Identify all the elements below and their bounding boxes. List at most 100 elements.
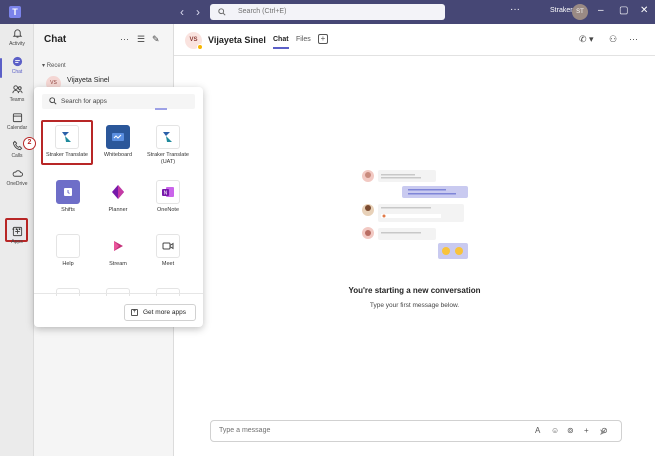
empty-state-subtitle: Type your first message below. [369,302,460,309]
app-tile-partial [106,288,130,296]
app-name: Whiteboard [103,152,133,158]
people-icon[interactable]: ⚇ [609,34,617,45]
app-shifts[interactable]: Shifts [42,180,94,214]
cloud-icon [12,170,23,177]
tab-chat[interactable]: Chat [273,36,289,49]
rail-label: Calendar [6,125,28,131]
stream-icon [106,234,130,258]
chat-list-title: Chat [44,34,67,45]
phone-icon [12,140,22,151]
apps-flyout: Search for apps Straker Translate Whiteb… [34,87,203,327]
emoji-icon[interactable]: ☺ [551,426,559,435]
app-name: OneNote [156,207,179,213]
empty-state-title: You're starting a new conversation [348,286,481,295]
app-rail: Activity Chat Teams Calendar Calls OneDr… [0,24,34,456]
app-straker-translate-uat[interactable]: Straker Translate (UAT) [142,125,194,166]
avatar: VS [185,32,203,50]
call-icon[interactable]: ✆ ▾ [579,34,594,45]
rail-item-chat[interactable]: Chat [0,56,34,82]
filter-icon[interactable]: ☰ [137,34,145,45]
conversation-header: VS Vijayeta Sinel Chat Files + ✆ ▾ ⚇ ··· [174,24,655,56]
teams-icon [11,85,23,94]
meet-icon [156,234,180,258]
planner-icon [106,180,130,204]
search-input[interactable]: Search (Ctrl+E) [210,4,445,20]
rail-item-activity[interactable]: Activity [0,28,34,54]
rail-item-apps[interactable]: Apps [0,226,34,252]
rail-item-teams[interactable]: Teams [0,84,34,110]
more-options-icon[interactable]: ··· [120,34,129,44]
app-stream[interactable]: Stream [92,234,144,268]
calendar-icon [12,113,22,123]
get-more-apps-label: Get more apps [143,309,186,316]
straker-translate-uat-icon [156,125,180,149]
rail-label: Activity [9,41,25,47]
search-icon [49,97,57,105]
presence-away-icon [197,44,203,50]
app-meet[interactable]: Meet [142,234,194,268]
rail-label: Apps [11,239,23,245]
app-name: Help [62,261,74,267]
straker-translate-icon [55,125,79,149]
bell-icon [12,29,22,38]
app-straker-translate[interactable]: Straker Translate [41,120,93,165]
app-name: Meet [161,261,175,267]
help-icon [56,234,80,258]
add-icon[interactable]: + [584,426,589,435]
app-planner[interactable]: Planner [92,180,144,214]
rail-label: OneDrive [6,181,28,187]
settings-more-icon[interactable]: ··· [510,4,520,15]
rail-label: Teams [9,97,25,103]
title-bar: T ‹ › Search (Ctrl+E) ··· Straker ST – ▢… [0,0,655,24]
onenote-icon: N [156,180,180,204]
apps-icon [12,226,22,237]
compose-placeholder: Type a message [219,427,271,434]
user-avatar[interactable]: ST [572,4,588,20]
search-icon [218,8,226,16]
app-search-input[interactable]: Search for apps [42,94,195,110]
forward-arrow-icon[interactable]: › [196,5,200,19]
recent-label: Recent [46,63,66,69]
app-name: Straker Translate (UAT) [147,152,189,165]
close-icon[interactable]: ✕ [640,5,648,17]
rail-label: Calls [11,153,23,159]
loop-icon[interactable]: ⊚ [567,426,574,435]
tab-files[interactable]: Files [296,36,311,43]
rail-label: Chat [11,69,23,75]
conversation-pane: VS Vijayeta Sinel Chat Files + ✆ ▾ ⚇ ···… [174,24,655,456]
chat-contact-name[interactable]: Vijayeta Sinel [67,77,109,84]
new-conversation-illustration [362,170,468,259]
callout-step-2: 2 [23,137,36,150]
maximize-icon[interactable]: ▢ [619,5,628,17]
more-options-icon[interactable]: ··· [629,34,638,44]
minimize-icon[interactable]: – [598,5,604,17]
app-name: Shifts [61,207,75,213]
app-onenote[interactable]: N OneNote [142,180,194,214]
whiteboard-icon [106,125,130,149]
send-icon[interactable]: ➤ [599,427,607,438]
svg-text:N: N [164,191,168,197]
focus-indicator [155,108,167,110]
app-help[interactable]: Help [42,234,94,268]
shifts-icon [56,180,80,204]
divider [34,293,203,294]
teams-logo-icon: T [9,6,21,18]
add-tab-icon[interactable]: + [318,34,328,44]
rail-item-onedrive[interactable]: OneDrive [0,168,34,194]
avatar-initials: VS [189,37,198,43]
get-more-apps-button[interactable]: + Get more apps [124,304,196,321]
add-app-icon: + [131,309,138,316]
app-tile-partial [156,288,180,296]
user-name: Straker [550,7,573,14]
app-tile-partial [56,288,80,296]
recent-section[interactable]: ▾ Recent [42,62,66,69]
app-name: Straker Translate [46,152,88,158]
rail-item-calendar[interactable]: Calendar [0,112,34,138]
back-arrow-icon[interactable]: ‹ [180,5,184,19]
message-compose-box[interactable]: Type a message A ☺ ⊚ + ⊘ [210,420,622,442]
new-chat-icon[interactable]: ✎ [152,34,160,45]
app-name: Planner [108,207,128,213]
search-placeholder: Search (Ctrl+E) [238,8,287,15]
format-icon[interactable]: A [535,426,540,435]
app-whiteboard[interactable]: Whiteboard [92,125,144,159]
